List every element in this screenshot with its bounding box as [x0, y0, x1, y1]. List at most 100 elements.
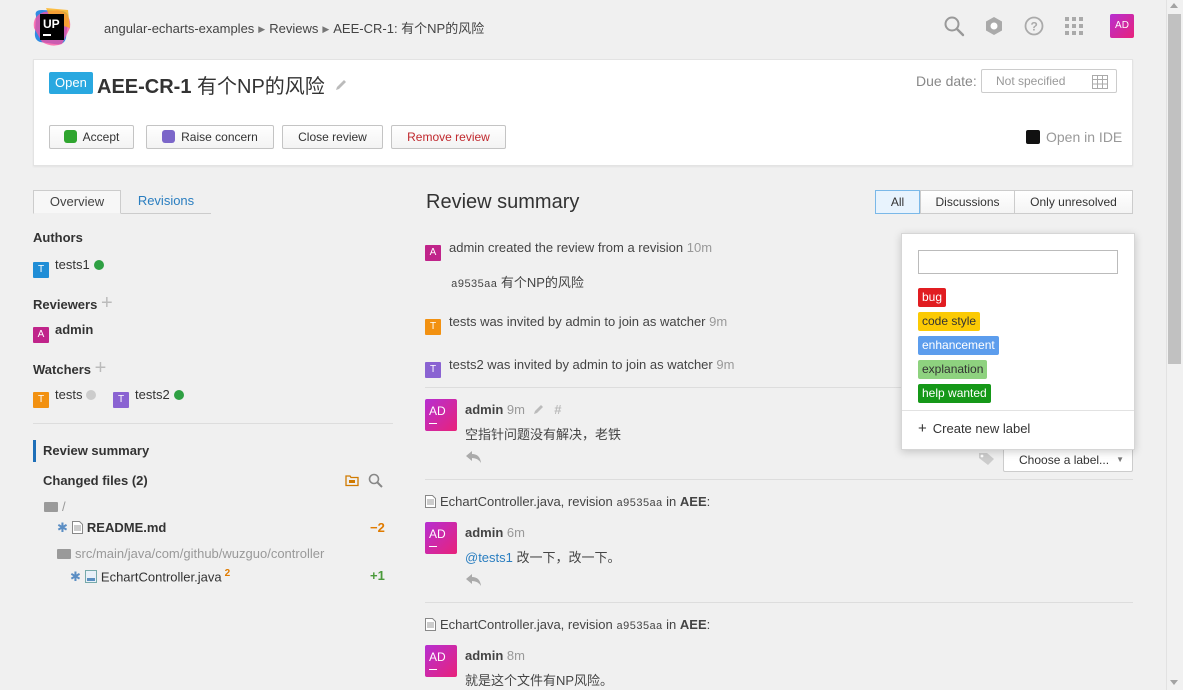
create-new-label-text: Create new label	[932, 421, 1031, 436]
open-in-ide-label: Open in IDE	[1046, 129, 1123, 145]
due-date-label: Due date:	[916, 73, 977, 89]
search-icon[interactable]	[943, 15, 965, 37]
in-text: in	[666, 494, 677, 509]
scroll-down-icon[interactable]	[1170, 680, 1178, 685]
permalink-hash-icon[interactable]: #	[554, 402, 561, 417]
file-additions-count: +1	[370, 568, 385, 583]
reply-icon[interactable]	[465, 450, 483, 467]
comment-time: 8m	[506, 648, 525, 663]
tree-file-echartcontroller[interactable]: ✱ EchartController.java 2	[70, 568, 230, 586]
breadcrumb-separator-icon: ▶	[258, 24, 266, 34]
watcher-item[interactable]: Ttests2	[113, 387, 184, 408]
divider	[33, 423, 393, 424]
online-status-icon	[93, 260, 104, 270]
comment-text: 改一下，改一下。	[512, 550, 621, 565]
avatar[interactable]: AD	[425, 399, 457, 431]
document-icon	[425, 618, 436, 634]
due-date-field[interactable]: Not specified	[981, 69, 1117, 93]
label-search-input[interactable]	[918, 250, 1118, 274]
app-logo[interactable]: UP	[32, 8, 72, 48]
event-created: Aadmin created the review from a revisio…	[425, 240, 712, 261]
event-time: 9m	[709, 314, 728, 329]
reviewer-name: admin	[55, 322, 94, 337]
label-option-explanation[interactable]: explanation	[918, 360, 988, 379]
revision-title: 有个NP的风险	[500, 275, 584, 290]
comment-author[interactable]: admin	[465, 402, 503, 417]
help-icon[interactable]: ?	[1023, 15, 1045, 37]
label-option-enhancement[interactable]: enhancement	[918, 336, 999, 355]
tree-folder-root[interactable]: /	[44, 499, 66, 514]
folder-view-icon[interactable]	[345, 474, 359, 490]
tab-revisions[interactable]: Revisions	[121, 190, 211, 214]
author-item[interactable]: Ttests1	[33, 257, 104, 278]
revision-hash[interactable]: a9535aa	[616, 498, 662, 510]
filter-all[interactable]: All	[875, 190, 920, 214]
avatar[interactable]: AD	[425, 522, 457, 554]
settings-icon[interactable]	[983, 15, 1005, 37]
watcher-item[interactable]: Ttests	[33, 387, 97, 408]
create-new-label-button[interactable]: + Create new label	[918, 420, 1030, 437]
avatar[interactable]: AD	[425, 645, 457, 677]
reply-icon[interactable]	[465, 573, 483, 590]
filter-only-unresolved[interactable]: Only unresolved	[1014, 190, 1133, 214]
reviewer-item[interactable]: Aadmin	[33, 322, 93, 343]
avatar: A	[425, 245, 441, 261]
file-name-link[interactable]: EchartController.java, revision	[440, 494, 613, 509]
avatar: T	[33, 262, 49, 278]
tree-folder-controller[interactable]: src/main/java/com/github/wuzguo/controll…	[57, 546, 324, 561]
tab-overview[interactable]: Overview	[33, 190, 121, 214]
close-review-button[interactable]: Close review	[282, 125, 383, 149]
tree-file-readme[interactable]: ✱ README.md	[57, 520, 166, 537]
edit-pencil-icon[interactable]	[533, 403, 545, 418]
scroll-up-icon[interactable]	[1170, 3, 1178, 8]
revision-hash[interactable]: a9535aa	[616, 621, 662, 633]
event-text: tests2 was invited by admin to join as w…	[449, 357, 713, 372]
in-text: in	[666, 617, 677, 632]
edit-pencil-icon[interactable]	[334, 75, 348, 98]
breadcrumb: angular-echarts-examples ▶ Reviews ▶ AEE-CR-…	[104, 18, 484, 37]
breadcrumb-reviews[interactable]: Reviews	[269, 21, 318, 36]
folder-name: src/main/java/com/github/wuzguo/controll…	[75, 546, 325, 561]
raise-concern-button[interactable]: Raise concern	[146, 125, 274, 149]
label-option-bug[interactable]: bug	[918, 288, 947, 307]
event-invited: Ttests2 was invited by admin to join as …	[425, 357, 734, 378]
avatar: T	[425, 362, 441, 378]
add-watcher-plus-icon[interactable]: +	[95, 357, 107, 379]
avatar: T	[33, 392, 49, 408]
accept-label: Accept	[82, 130, 120, 144]
file-deletions-count: −2	[370, 520, 385, 535]
label-option-code-style[interactable]: code style	[918, 312, 981, 331]
comment-author[interactable]: admin	[465, 648, 503, 663]
dropdown-arrow-icon: ▼	[1116, 455, 1124, 464]
calendar-icon[interactable]	[1092, 74, 1108, 96]
file-name-link[interactable]: EchartController.java, revision	[440, 617, 613, 632]
user-mention[interactable]: @tests1	[465, 550, 513, 565]
breadcrumb-project[interactable]: angular-echarts-examples	[104, 21, 254, 36]
author-name: tests1	[55, 257, 90, 272]
nav-review-summary[interactable]: Review summary	[33, 440, 149, 462]
label-option-help-wanted[interactable]: help wanted	[918, 384, 991, 403]
accept-button[interactable]: Accept	[49, 125, 134, 149]
review-id: AEE-CR-1	[97, 76, 192, 98]
add-reviewer-plus-icon[interactable]: +	[101, 292, 113, 314]
comment-time: 6m	[506, 525, 525, 540]
breadcrumb-separator-icon: ▶	[322, 24, 330, 34]
remove-review-button[interactable]: Remove review	[391, 125, 506, 149]
accept-smiley-icon	[63, 130, 77, 143]
due-date-value: Not specified	[996, 74, 1066, 88]
scrollbar-thumb[interactable]	[1168, 14, 1181, 364]
open-in-ide-link[interactable]: Open in IDE	[1024, 128, 1123, 145]
comment-header: admin 8m	[465, 648, 525, 663]
user-avatar[interactable]: AD	[1110, 14, 1134, 38]
revision-hash[interactable]: a9535aa	[451, 279, 497, 291]
tag-icon	[978, 452, 994, 466]
apps-grid-icon[interactable]	[1063, 15, 1085, 37]
event-revision[interactable]: a9535aa 有个NP的风险	[451, 272, 584, 291]
filter-discussions[interactable]: Discussions	[920, 190, 1015, 214]
search-files-icon[interactable]	[368, 473, 383, 491]
comment-author[interactable]: admin	[465, 525, 503, 540]
divider	[902, 410, 1134, 411]
avatar: A	[33, 327, 49, 343]
changed-files-heading[interactable]: Changed files (2)	[43, 473, 148, 488]
choose-label-dropdown[interactable]: Choose a label... ▼	[1003, 448, 1133, 472]
